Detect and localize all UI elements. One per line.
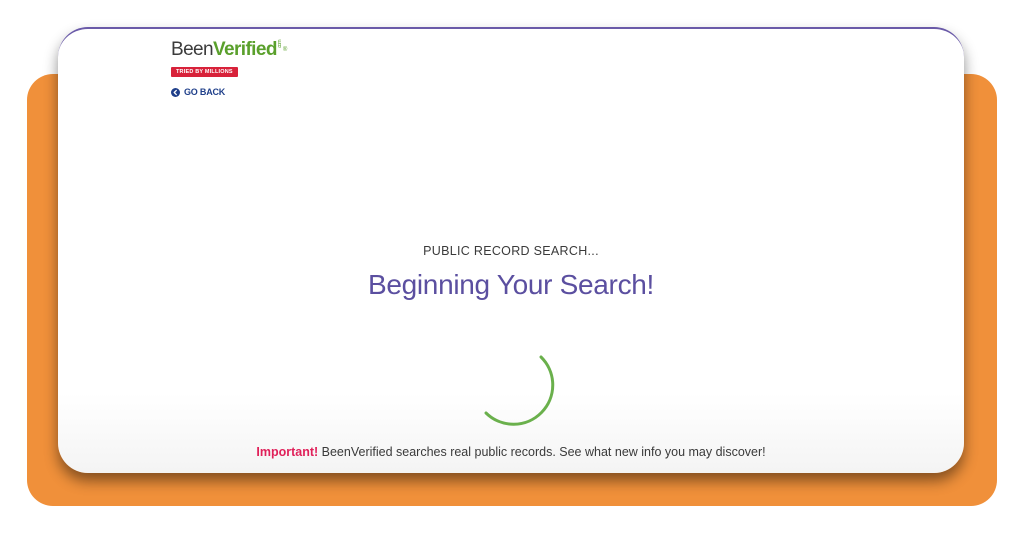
logo-word-verified: Verified bbox=[212, 39, 277, 60]
go-back-link[interactable]: GO BACK bbox=[171, 87, 225, 97]
search-card: BeenVerified.com® TRIED BY MILLIONS GO B… bbox=[58, 27, 964, 473]
brand-logo[interactable]: BeenVerified.com® TRIED BY MILLIONS bbox=[171, 40, 287, 77]
page-stage: BeenVerified.com® TRIED BY MILLIONS GO B… bbox=[0, 0, 1024, 536]
notice-important-label: Important! bbox=[256, 445, 319, 459]
notice-text: BeenVerified searches real public record… bbox=[318, 445, 766, 459]
important-notice: Important! BeenVerified searches real pu… bbox=[58, 445, 964, 459]
arrow-left-circle-icon bbox=[171, 87, 180, 97]
logo-registered-mark: ® bbox=[282, 47, 287, 53]
logo-dotcom: .com bbox=[276, 40, 283, 49]
loading-spinner-icon bbox=[468, 345, 562, 439]
logo-word-been: Been bbox=[171, 39, 214, 60]
go-back-label: GO BACK bbox=[184, 87, 226, 97]
search-title: Beginning Your Search! bbox=[367, 269, 655, 300]
logo-tagline: TRIED BY MILLIONS bbox=[171, 67, 238, 77]
logo-wordmark: BeenVerified.com® bbox=[171, 40, 287, 60]
search-kicker: PUBLIC RECORD SEARCH... bbox=[423, 244, 599, 258]
